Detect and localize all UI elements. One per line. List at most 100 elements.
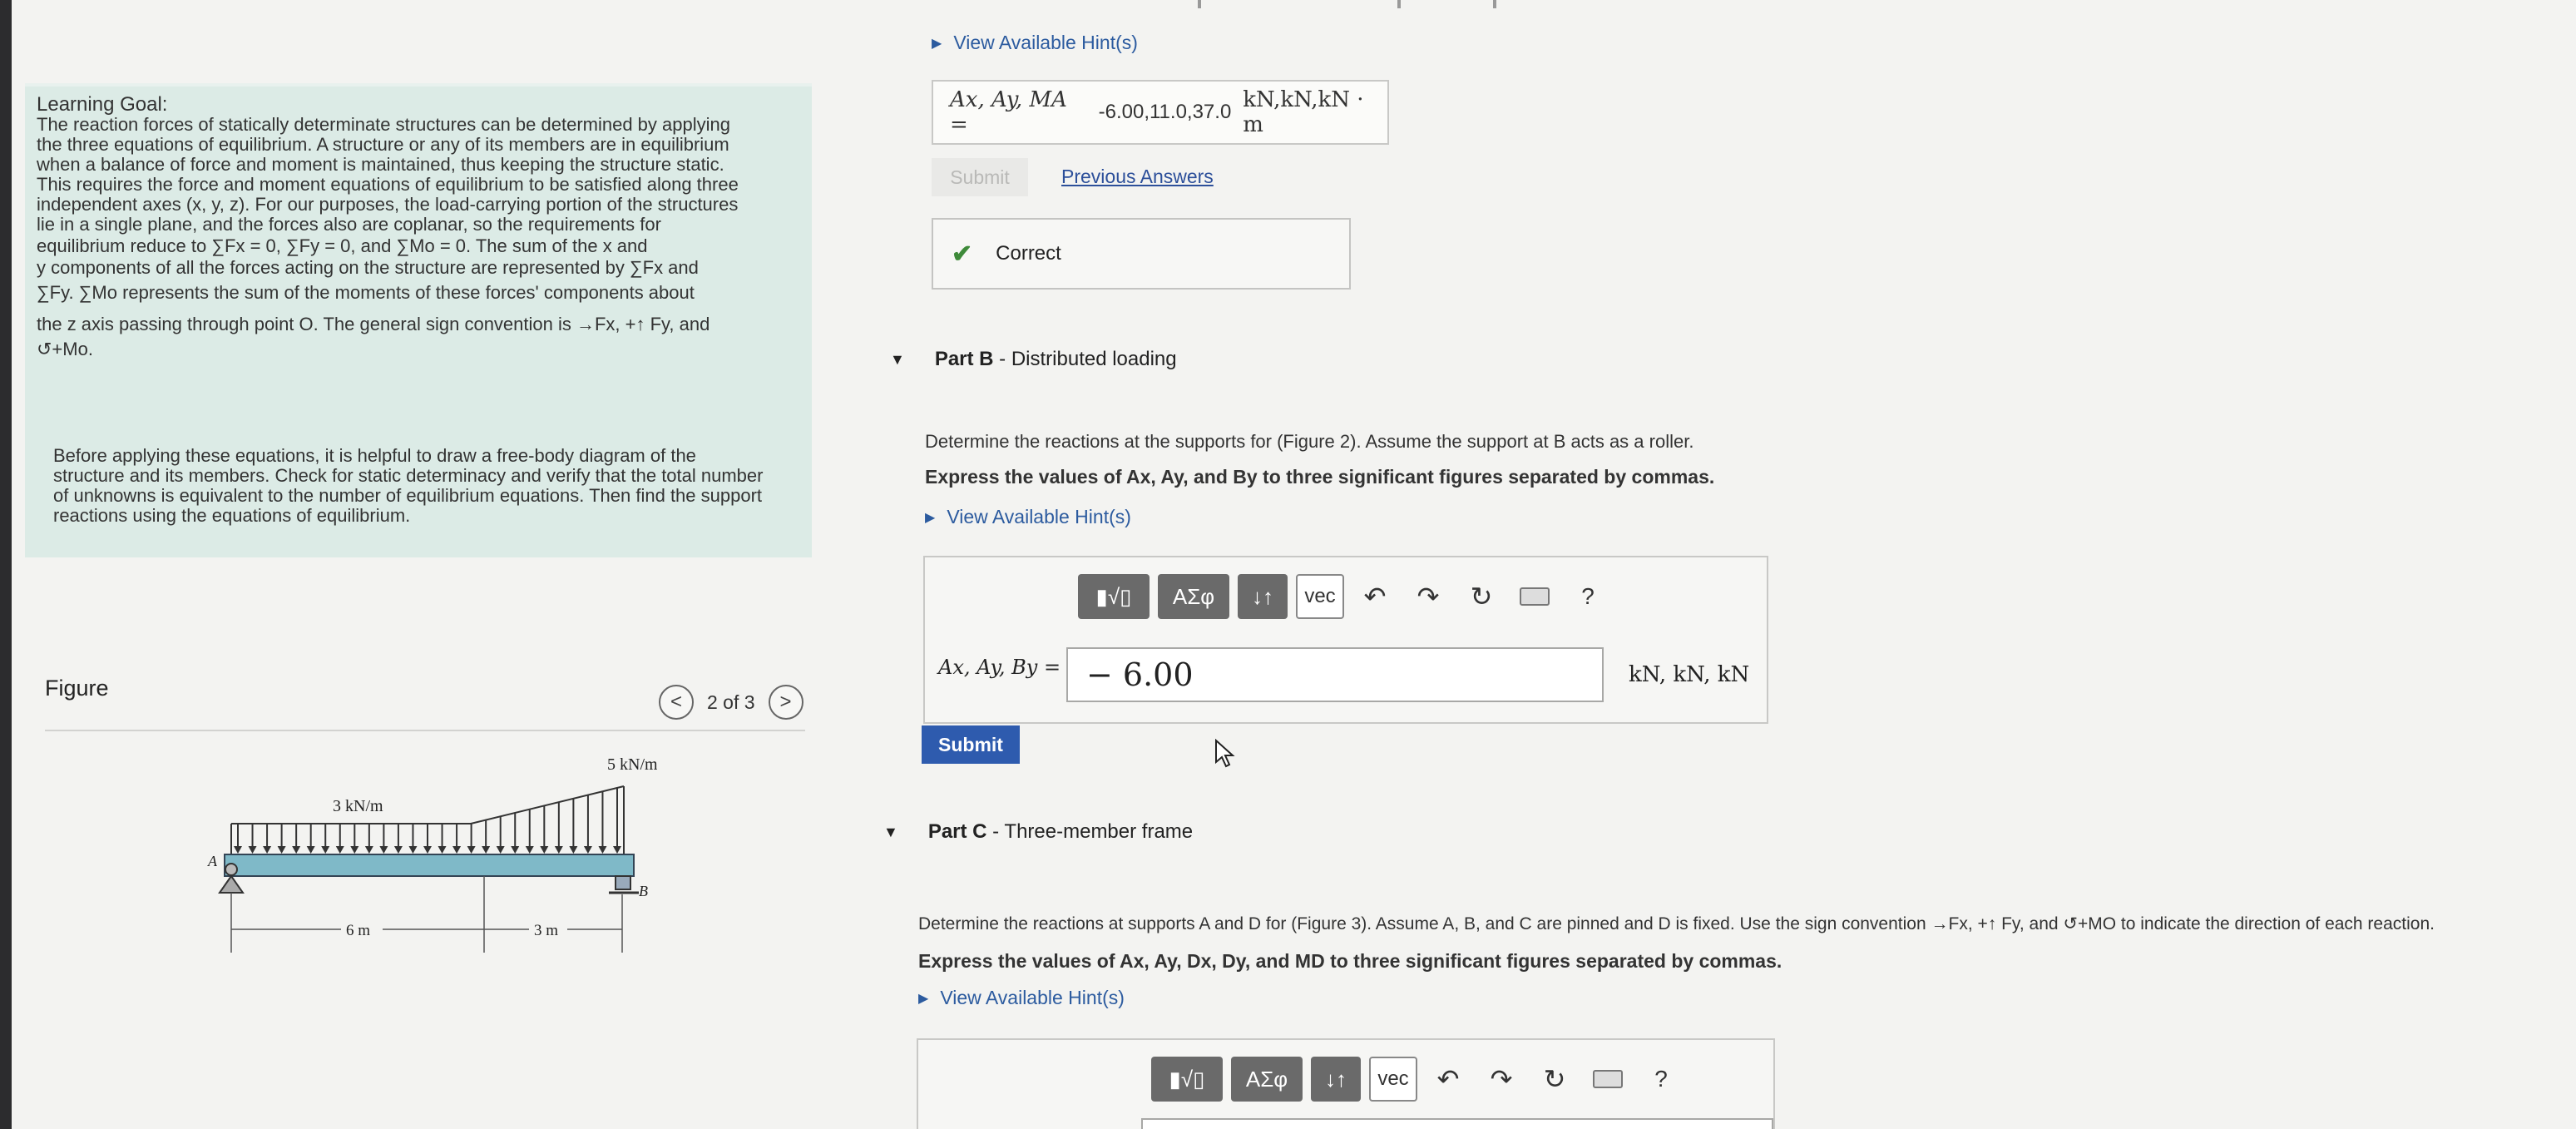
part-b-subtitle: - Distributed loading	[993, 348, 1177, 370]
load-arrow-head	[423, 846, 432, 854]
learning-goal-paragraph-1: The reaction forces of statically determ…	[37, 115, 802, 359]
goal-line: of unknowns is equivalent to the number …	[53, 485, 763, 506]
answer-label: Ax, Ay, MA =	[950, 87, 1067, 137]
part-b-prompt: Determine the reactions at the supports …	[925, 431, 1694, 452]
roller-support-b	[615, 875, 631, 890]
reset-icon[interactable]: ↻	[1459, 574, 1504, 619]
templates-button[interactable]: ▮√▯	[1078, 574, 1150, 619]
part-b-submit-button[interactable]: Submit	[922, 725, 1020, 764]
goal-line: This requires the force and moment equat…	[37, 174, 739, 195]
part-c-answer-input[interactable]	[1141, 1118, 1773, 1129]
load-arrow-head	[364, 846, 373, 854]
part-a-submit-button[interactable]: Submit	[932, 158, 1028, 196]
goal-line: the z axis passing through point O. The …	[37, 314, 710, 334]
beam	[224, 854, 635, 877]
part-b-input-label: Ax, Ay, By =	[938, 656, 1061, 679]
checkmark-icon: ✔	[952, 240, 973, 268]
undo-icon[interactable]: ↶	[1352, 574, 1397, 619]
caret-down-icon: ▼	[883, 823, 898, 840]
load-arrow-head	[379, 846, 388, 854]
beam-diagram: A B 3 kN/m 5 kN/m 6 m 3 m	[207, 755, 657, 953]
label-a: A	[207, 853, 218, 869]
load-arrow-head	[598, 846, 607, 854]
load-arrow-head	[525, 846, 534, 854]
goal-line: ∑Fy. ∑Mo represents the sum of the momen…	[37, 282, 695, 303]
previous-answers-link[interactable]: Previous Answers	[1061, 166, 1214, 188]
caret-right-icon: ▶	[925, 510, 936, 525]
part-b-units: kN, kN, kN	[1629, 662, 1750, 687]
undo-icon[interactable]: ↶	[1426, 1057, 1471, 1102]
goal-line: The reaction forces of statically determ…	[37, 114, 730, 135]
chevron-right-icon: >	[779, 691, 792, 713]
subscript-button[interactable]: ↓↑	[1238, 574, 1288, 619]
caret-right-icon: ▶	[932, 36, 942, 51]
load-arrow-head	[511, 846, 520, 854]
load-arrow-head	[393, 846, 403, 854]
greek-symbols-button[interactable]: ΑΣφ	[1231, 1057, 1303, 1102]
part-c-subtitle: - Three-member frame	[986, 820, 1194, 843]
greek-symbols-button[interactable]: ΑΣφ	[1158, 574, 1229, 619]
keyboard-icon[interactable]	[1585, 1057, 1630, 1102]
load-arrow-head	[452, 846, 462, 854]
load-left-label: 3 kN/m	[333, 797, 383, 815]
part-c-hint-link[interactable]: ▶ View Available Hint(s)	[918, 987, 1125, 1009]
learning-goal-title: Learning Goal:	[37, 93, 168, 116]
help-button[interactable]: ?	[1565, 574, 1610, 619]
keyboard-icon[interactable]	[1512, 574, 1557, 619]
load-arrow-head	[234, 846, 242, 854]
templates-button[interactable]: ▮√▯	[1151, 1057, 1223, 1102]
load-arrow-head	[408, 846, 418, 854]
load-arrow-head	[613, 846, 621, 854]
reset-icon[interactable]: ↻	[1532, 1057, 1577, 1102]
dim-right-label: 3 m	[534, 922, 558, 939]
part-b-hint-link[interactable]: ▶ View Available Hint(s)	[925, 506, 1131, 528]
help-button[interactable]: ?	[1639, 1057, 1684, 1102]
load-arrow-head	[306, 846, 315, 854]
goal-line: lie in a single plane, and the forces al…	[37, 214, 661, 235]
load-arrow-head	[248, 846, 257, 854]
part-b-answer-input[interactable]: − 6.00	[1066, 647, 1604, 702]
load-arrow-head	[496, 846, 505, 854]
top-fragment	[1397, 0, 1401, 8]
part-c-instruction: Express the values of Ax, Ay, Dx, Dy, an…	[918, 950, 1782, 972]
previous-figure-button[interactable]: <	[659, 685, 694, 720]
redo-icon[interactable]: ↷	[1406, 574, 1451, 619]
goal-line: the three equations of equilibrium. A st…	[37, 134, 729, 155]
load-arrow-head	[569, 846, 578, 854]
load-arrow-head	[438, 846, 447, 854]
load-arrow-head	[540, 846, 549, 854]
figure-pager: < 2 of 3 >	[659, 684, 803, 720]
next-figure-button[interactable]: >	[768, 685, 803, 720]
hint-label: View Available Hint(s)	[947, 506, 1131, 527]
caret-down-icon: ▼	[890, 350, 905, 368]
pin-support-a	[218, 874, 245, 894]
chevron-left-icon: <	[670, 691, 682, 713]
load-outline	[231, 785, 625, 824]
redo-icon[interactable]: ↷	[1479, 1057, 1524, 1102]
goal-line: equilibrium reduce to ∑Fx = 0, ∑Fy = 0, …	[37, 235, 648, 256]
vector-button[interactable]: vec	[1296, 574, 1344, 619]
load-arrow-head	[482, 846, 491, 854]
part-c-title: Part C	[927, 820, 987, 843]
figure-title: Figure	[45, 676, 109, 701]
mouse-cursor-icon	[1215, 739, 1235, 768]
figure-divider	[45, 730, 805, 731]
subscript-button[interactable]: ↓↑	[1311, 1057, 1361, 1102]
correct-label: Correct	[996, 242, 1061, 265]
label-b: B	[639, 883, 648, 899]
load-arrow-head	[583, 846, 592, 854]
load-arrow-head	[321, 846, 330, 854]
answer-units: kN,kN,kN · m	[1243, 87, 1364, 137]
load-arrows	[234, 787, 621, 854]
goal-line: ↺+Mo.	[37, 339, 93, 359]
goal-line: Before applying these equations, it is h…	[53, 445, 696, 466]
part-a-hint-link[interactable]: ▶ View Available Hint(s)	[932, 32, 1138, 54]
load-arrow-head	[263, 846, 272, 854]
part-c-math-toolbar: ▮√▯ ΑΣφ ↓↑ vec ↶ ↷ ↻ ?	[1151, 1057, 1684, 1102]
vector-button[interactable]: vec	[1369, 1057, 1417, 1102]
correct-feedback: ✔ Correct	[932, 218, 1351, 290]
load-arrow-head	[277, 846, 286, 854]
part-c-header[interactable]: ▼ Part C - Three-member frame	[883, 820, 1193, 844]
part-b-header[interactable]: ▼ Part B - Distributed loading	[890, 348, 1177, 371]
top-fragment	[1198, 0, 1201, 8]
